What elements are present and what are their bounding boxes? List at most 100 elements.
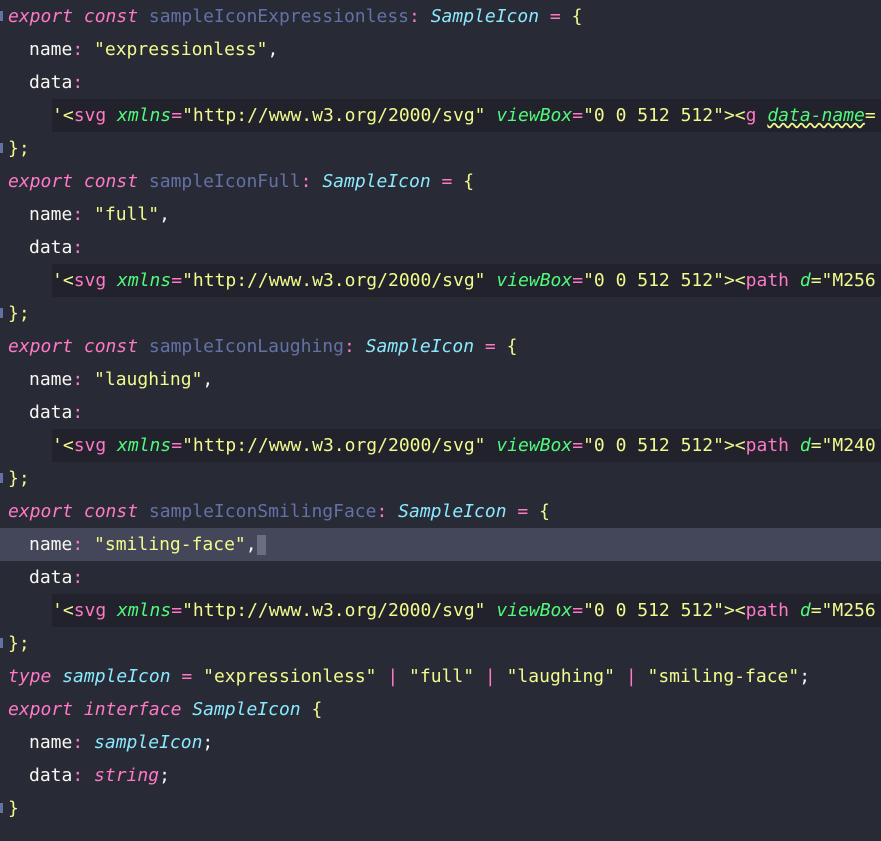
code-line[interactable]: export const sampleIconExpressionless: S… [0, 0, 881, 33]
code-line[interactable]: '<svg xmlns="http://www.w3.org/2000/svg"… [0, 429, 881, 462]
tag-close: > [723, 435, 735, 456]
data-key: data [29, 72, 73, 93]
svg-tag: svg [73, 105, 107, 126]
code-line[interactable]: type sampleIcon = "expressionless" | "fu… [0, 660, 881, 693]
fold-marker-icon[interactable] [0, 11, 3, 21]
fold-marker-icon[interactable] [0, 473, 3, 483]
child-tag: path [745, 600, 789, 621]
child-rest: ="M256 [810, 270, 876, 291]
close-brace: }; [8, 468, 30, 489]
child-attr: data-name [767, 105, 865, 126]
attr-equals: = [171, 105, 183, 126]
equals: = [484, 336, 496, 357]
code-line[interactable]: data: [0, 561, 881, 594]
code-line[interactable]: export const sampleIconLaughing: SampleI… [0, 330, 881, 363]
code-line[interactable]: } [0, 792, 881, 825]
name-key: name [29, 534, 73, 555]
type-name: SampleIcon [365, 336, 475, 357]
name-key: name [29, 204, 73, 225]
keyword-export: export [8, 171, 74, 192]
union-value: "full" [409, 666, 475, 687]
keyword-const: const [83, 336, 139, 357]
open-brace: { [463, 171, 475, 192]
quote-open: '< [52, 270, 74, 291]
child-tag: path [745, 270, 789, 291]
comma: , [202, 369, 214, 390]
keyword-interface: interface [83, 699, 182, 720]
viewbox-value: "0 0 512 512" [583, 435, 724, 456]
child-attr: d [799, 270, 811, 291]
equals: = [517, 501, 529, 522]
colon: : [72, 39, 84, 60]
xmlns-attr: xmlns [117, 600, 172, 621]
colon: : [72, 732, 84, 753]
xmlns-attr: xmlns [117, 105, 172, 126]
fold-marker-icon[interactable] [0, 638, 3, 648]
code-line[interactable]: name: "laughing", [0, 363, 881, 396]
code-line[interactable]: '<svg xmlns="http://www.w3.org/2000/svg"… [0, 99, 881, 132]
const-name: sampleIconExpressionless [148, 6, 409, 27]
code-line[interactable]: }; [0, 297, 881, 330]
keyword-export: export [8, 6, 74, 27]
equals: = [181, 666, 193, 687]
code-line[interactable]: '<svg xmlns="http://www.w3.org/2000/svg"… [0, 264, 881, 297]
child-tag: path [745, 435, 789, 456]
child-attr: d [799, 600, 811, 621]
interface-name: SampleIcon [192, 699, 301, 720]
colon: : [343, 336, 355, 357]
semicolon: ; [202, 732, 214, 753]
code-line[interactable]: data: string; [0, 759, 881, 792]
fold-marker-icon[interactable] [0, 803, 3, 813]
data-key: data [29, 237, 73, 258]
tag-close: > [723, 105, 735, 126]
keyword-const: const [83, 501, 139, 522]
union-pipe: | [625, 666, 637, 687]
code-line[interactable]: }; [0, 462, 881, 495]
xmlns-attr: xmlns [117, 435, 172, 456]
name-value: "full" [94, 204, 160, 225]
code-editor[interactable]: export const sampleIconExpressionless: S… [0, 0, 881, 841]
tag-close: > [723, 270, 735, 291]
code-line[interactable]: '<svg xmlns="http://www.w3.org/2000/svg"… [0, 594, 881, 627]
viewbox-attr: viewBox [496, 600, 573, 621]
code-line[interactable]: data: [0, 231, 881, 264]
code-line[interactable]: }; [0, 132, 881, 165]
fold-marker-icon[interactable] [0, 308, 3, 318]
colon: : [72, 402, 84, 423]
code-line[interactable]: export interface SampleIcon { [0, 693, 881, 726]
code-line[interactable]: export const sampleIconSmilingFace: Samp… [0, 495, 881, 528]
child-rest: = [864, 105, 876, 126]
open-brace: { [311, 699, 323, 720]
open-brace: { [506, 336, 518, 357]
child-open: < [734, 600, 746, 621]
open-brace: { [571, 6, 583, 27]
child-rest: ="M256 [810, 600, 876, 621]
attr-equals: = [171, 270, 183, 291]
data-key: data [29, 402, 73, 423]
viewbox-attr: viewBox [496, 435, 573, 456]
code-line[interactable]: name: "full", [0, 198, 881, 231]
code-line[interactable]: data: [0, 396, 881, 429]
fold-marker-icon[interactable] [0, 143, 3, 153]
child-open: < [734, 105, 746, 126]
name-key: name [29, 39, 73, 60]
colon: : [72, 72, 84, 93]
colon: : [409, 6, 420, 27]
code-line[interactable]: data: [0, 66, 881, 99]
current-line[interactable]: name: "smiling-face", [0, 528, 881, 561]
attr-equals: = [572, 270, 584, 291]
colon: : [72, 369, 84, 390]
svg-string: '<svg xmlns="http://www.w3.org/2000/svg"… [52, 594, 881, 627]
code-line[interactable]: name: "expressionless", [0, 33, 881, 66]
union-value: "expressionless" [203, 666, 377, 687]
code-line[interactable]: export const sampleIconFull: SampleIcon … [0, 165, 881, 198]
data-key: data [29, 567, 73, 588]
keyword-export: export [8, 699, 74, 720]
child-open: < [734, 270, 746, 291]
union-pipe: | [484, 666, 496, 687]
keyword-const: const [83, 171, 139, 192]
text-cursor [256, 535, 266, 555]
xmlns-value: "http://www.w3.org/2000/svg" [182, 270, 486, 291]
code-line[interactable]: }; [0, 627, 881, 660]
code-line[interactable]: name: sampleIcon; [0, 726, 881, 759]
